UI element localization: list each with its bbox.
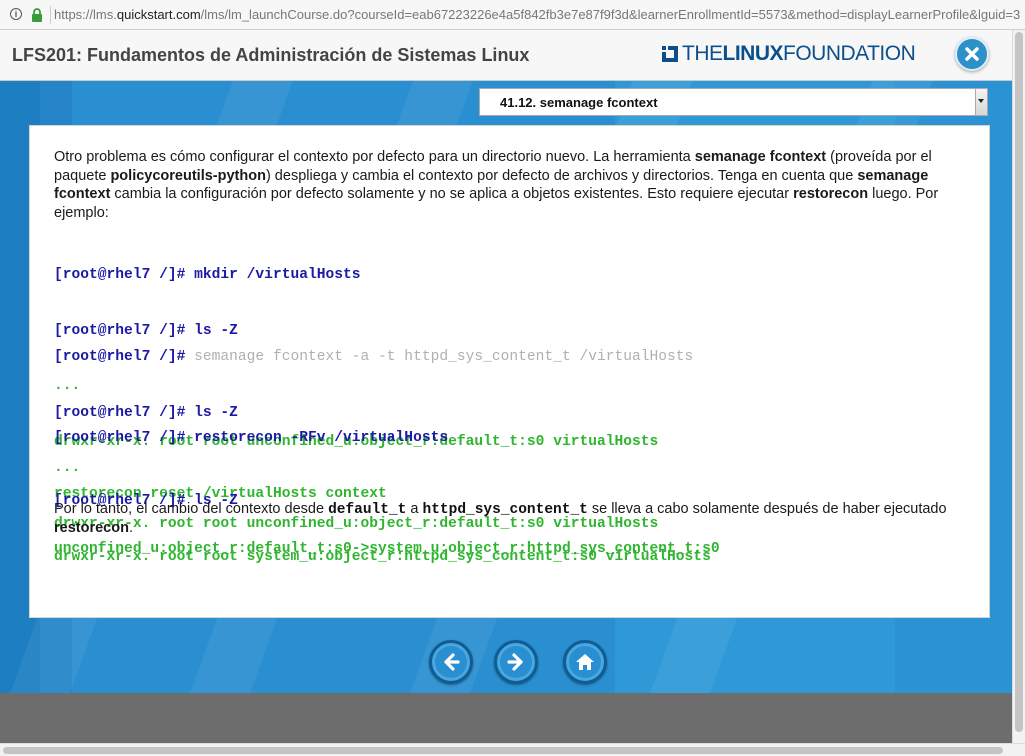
logo-the: THE — [682, 42, 723, 65]
lock-icon[interactable] — [30, 7, 44, 23]
vertical-scrollbar[interactable] — [1012, 30, 1025, 743]
home-button[interactable] — [563, 640, 607, 684]
output-line: drwxr-xr-x. root root system_u:object_r:… — [54, 548, 711, 565]
arrow-left-icon — [444, 653, 460, 671]
next-button[interactable] — [494, 640, 538, 684]
logo-foundation: FOUNDATION — [783, 42, 916, 65]
intro-bold: restorecon — [793, 186, 869, 202]
intro-text: ) despliega y cambia el contexto por def… — [265, 167, 858, 184]
content-panel: Otro problema es cómo configurar el cont… — [29, 125, 990, 618]
outro-text: a — [406, 501, 423, 517]
info-icon[interactable]: i — [10, 8, 22, 20]
outro-bold: restorecon — [54, 519, 129, 536]
home-icon — [576, 654, 594, 670]
previous-button[interactable] — [429, 640, 473, 684]
intro-text: cambia la configuración por defecto sola… — [110, 186, 794, 202]
url-prefix: https://lms. — [54, 7, 117, 22]
outro-code: default_t — [328, 502, 407, 518]
faint-command: semanage fcontext -a -t httpd_sys_conten… — [194, 349, 694, 365]
intro-bold: policycoreutils-python — [110, 167, 266, 184]
logo-mark-icon — [662, 46, 678, 62]
address-separator — [50, 6, 51, 24]
outro-paragraph: Por lo tanto, el cambio del contexto des… — [54, 500, 954, 537]
topic-select[interactable]: 41.12. semanage fcontext — [479, 88, 988, 116]
outro-text: se lleva a cabo solamente después de hab… — [587, 501, 947, 517]
url-path: /lms/lm_launchCourse.do?courseId=eab6722… — [200, 7, 1020, 22]
url-host: quickstart.com — [116, 7, 201, 22]
vertical-scroll-thumb[interactable] — [1015, 32, 1023, 732]
dropdown-arrow-icon[interactable] — [975, 89, 987, 115]
close-button[interactable] — [955, 37, 989, 71]
intro-bold: semanage fcontext — [694, 149, 827, 165]
intro-text: Otro problema es cómo configurar el cont… — [54, 149, 695, 165]
command-line: [root@rhel7 /]# mkdir /virtualHosts — [54, 267, 361, 283]
course-header: LFS201: Fundamentos de Administración de… — [0, 30, 1012, 81]
horizontal-scroll-thumb[interactable] — [3, 747, 1003, 754]
outro-text: Por lo tanto, el cambio del contexto des… — [54, 501, 329, 517]
topic-selected-label: 41.12. semanage fcontext — [500, 95, 658, 110]
outro-code: httpd_sys_content_t — [422, 502, 588, 518]
prompt: [root@rhel7 /]# — [54, 349, 195, 365]
horizontal-scrollbar[interactable] — [0, 743, 1025, 756]
outro-text: . — [128, 519, 133, 536]
logo-linux: LINUX — [722, 42, 784, 65]
intro-paragraph: Otro problema es cómo configurar el cont… — [54, 148, 954, 222]
arrow-right-icon — [507, 653, 523, 671]
course-title: LFS201: Fundamentos de Administración de… — [12, 45, 530, 65]
command-line: [root@rhel7 /]# semanage fcontext -a -t … — [54, 348, 974, 367]
url-text[interactable]: https://lms.quickstart.com/lms/lm_launch… — [54, 7, 1020, 22]
address-bar[interactable]: i https://lms.quickstart.com/lms/lm_laun… — [0, 0, 1025, 30]
command-line: [root@rhel7 /]# restorecon -RFv /virtual… — [54, 430, 449, 446]
close-icon — [965, 47, 979, 61]
